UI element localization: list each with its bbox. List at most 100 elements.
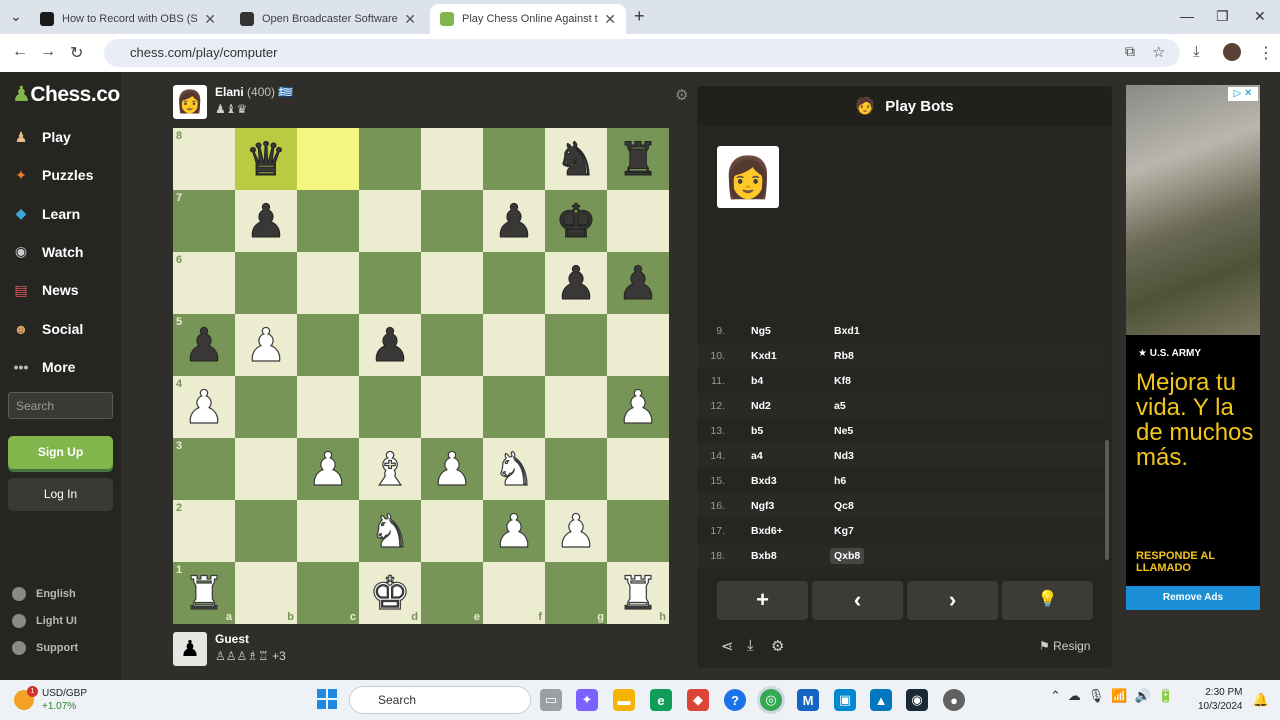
square-b8[interactable]: ♛ — [235, 128, 297, 190]
square-b2[interactable] — [235, 500, 297, 562]
obs-icon[interactable]: ● — [943, 689, 965, 711]
white-king-icon[interactable]: ♚ — [369, 569, 411, 616]
square-a5[interactable]: 5 ♟ — [173, 314, 235, 376]
black-move[interactable]: Kg7 — [818, 525, 901, 537]
url-input[interactable]: chess.com/play/computer — [104, 39, 1180, 67]
square-c6[interactable] — [297, 252, 359, 314]
square-b4[interactable] — [235, 376, 297, 438]
back-icon[interactable]: ← — [12, 43, 28, 61]
previous-move-button[interactable]: ‹ — [812, 581, 903, 620]
square-f6[interactable] — [483, 252, 545, 314]
taskbar-search-input[interactable]: Search — [349, 686, 531, 714]
sidebar-item-social[interactable]: ☻ Social — [10, 318, 84, 340]
white-move[interactable]: Kxd1 — [735, 350, 818, 362]
move-list-scrollbar[interactable] — [1105, 440, 1109, 560]
windows-start-icon[interactable] — [317, 689, 337, 709]
white-knight-icon[interactable]: ♞ — [493, 445, 535, 492]
log-in-button[interactable]: Log In — [8, 478, 113, 511]
square-c5[interactable] — [297, 314, 359, 376]
square-h2[interactable] — [607, 500, 669, 562]
black-pawn-icon[interactable]: ♟ — [245, 198, 287, 245]
browser-tab[interactable]: How to Record with OBS (Step ✕ — [30, 4, 226, 34]
square-d8[interactable] — [359, 128, 421, 190]
download-icon[interactable]: ⤓ — [1193, 43, 1200, 60]
square-e6[interactable] — [421, 252, 483, 314]
square-g1[interactable]: g — [545, 562, 607, 624]
square-f2[interactable]: ♟ — [483, 500, 545, 562]
close-tab-icon[interactable]: ✕ — [204, 11, 216, 28]
square-f1[interactable]: f — [483, 562, 545, 624]
sidebar-item-puzzles[interactable]: ✦ Puzzles — [10, 164, 93, 186]
square-e5[interactable] — [421, 314, 483, 376]
square-f5[interactable] — [483, 314, 545, 376]
sidebar-item-learn[interactable]: ◆ Learn — [10, 203, 81, 225]
white-pawn-icon[interactable]: ♟ — [555, 507, 597, 554]
square-g4[interactable] — [545, 376, 607, 438]
monitor-app-icon[interactable]: ▣ — [834, 689, 856, 711]
black-move[interactable]: Bxd1 — [818, 325, 901, 337]
white-move[interactable]: Ngf3 — [735, 500, 818, 512]
square-d4[interactable] — [359, 376, 421, 438]
reload-icon[interactable]: ↻ — [70, 43, 83, 63]
black-move[interactable]: h6 — [818, 475, 901, 487]
square-h7[interactable] — [607, 190, 669, 252]
guest-avatar[interactable]: ♟ — [173, 632, 207, 666]
square-h1[interactable]: h ♜ — [607, 562, 669, 624]
black-pawn-icon[interactable]: ♟ — [493, 198, 535, 245]
sidebar-item-play[interactable]: ♟ Play — [10, 126, 71, 148]
cast-icon[interactable]: ⧉ — [1125, 43, 1135, 60]
profile-avatar[interactable] — [1223, 43, 1241, 61]
close-tab-icon[interactable]: ✕ — [604, 11, 616, 28]
black-move[interactable]: Rb8 — [818, 350, 901, 362]
new-game-button[interactable]: + — [717, 581, 808, 620]
square-g2[interactable]: ♟ — [545, 500, 607, 562]
white-pawn-icon[interactable]: ♟ — [431, 445, 473, 492]
square-d5[interactable]: ♟ — [359, 314, 421, 376]
edge-icon[interactable]: e — [650, 689, 672, 711]
black-move[interactable]: Qxb8 — [830, 547, 865, 564]
sign-up-button[interactable]: Sign Up — [8, 436, 113, 469]
square-a1[interactable]: 1 a ♜ — [173, 562, 235, 624]
square-e8[interactable] — [421, 128, 483, 190]
square-f3[interactable]: ♞ — [483, 438, 545, 500]
board-settings-icon[interactable]: ⚙ — [675, 86, 688, 104]
white-move[interactable]: a4 — [735, 450, 818, 462]
steam-icon[interactable]: ◉ — [906, 689, 928, 711]
square-e3[interactable]: ♟ — [421, 438, 483, 500]
square-d6[interactable] — [359, 252, 421, 314]
close-tab-icon[interactable]: ✕ — [404, 11, 416, 28]
system-tray[interactable]: ⌃☁🎙📶🔊🔋 — [1050, 688, 1181, 704]
white-move[interactable]: Nd2 — [735, 400, 818, 412]
black-knight-icon[interactable]: ♞ — [555, 136, 597, 183]
square-a6[interactable]: 6 — [173, 252, 235, 314]
help-app-icon[interactable]: ? — [724, 689, 746, 711]
download-icon[interactable]: ⤓ — [747, 637, 754, 654]
chess-board[interactable]: 8 ♛ ♞ ♜ 7 ♟ ♟ ♚ 6 ♟ ♟ 5 ♟ ♟ ♟ 4 ♟ ♟ 3 ♟ ♝ ♟ ♞ 2 ♞ ♟ ♟ 1 a ♜ b c d ♚ e f g h ♜ — [173, 128, 669, 624]
top-player-name[interactable]: Elani — [215, 85, 244, 99]
square-d7[interactable] — [359, 190, 421, 252]
resign-button[interactable]: ⚑ Resign — [1039, 639, 1090, 653]
black-queen-icon[interactable]: ♛ — [245, 136, 287, 183]
sidebar-footer-support[interactable]: Support — [12, 641, 78, 655]
adchoices-icon[interactable]: ▷ ✕ — [1228, 87, 1258, 101]
browser-menu-icon[interactable]: ⋮ — [1258, 43, 1274, 63]
square-h5[interactable] — [607, 314, 669, 376]
square-g6[interactable]: ♟ — [545, 252, 607, 314]
square-h6[interactable]: ♟ — [607, 252, 669, 314]
square-g7[interactable]: ♚ — [545, 190, 607, 252]
square-b7[interactable]: ♟ — [235, 190, 297, 252]
white-move[interactable]: Bxd3 — [735, 475, 818, 487]
maximize-button[interactable]: ❐ — [1216, 8, 1229, 25]
square-e4[interactable] — [421, 376, 483, 438]
white-move[interactable]: Bxd6+ — [735, 525, 818, 537]
share-icon[interactable]: ⋖ — [721, 637, 734, 655]
remove-ads-button[interactable]: Remove Ads — [1126, 586, 1260, 610]
white-move[interactable]: b5 — [735, 425, 818, 437]
new-tab-button[interactable]: + — [634, 6, 645, 27]
black-pawn-icon[interactable]: ♟ — [183, 322, 225, 369]
tab-search-icon[interactable]: ⌄ — [10, 8, 22, 25]
black-move[interactable]: a5 — [818, 400, 901, 412]
white-pawn-icon[interactable]: ♟ — [307, 445, 349, 492]
black-pawn-icon[interactable]: ♟ — [369, 322, 411, 369]
notifications-icon[interactable]: 🔔 — [1250, 689, 1272, 711]
